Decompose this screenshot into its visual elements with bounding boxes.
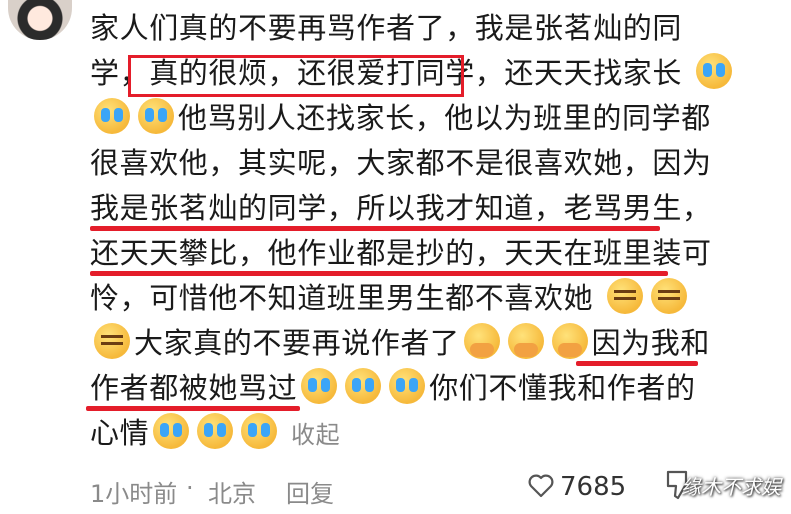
avatar[interactable] [8,0,72,40]
comment-line-2: 学，真的很烦，还很爱打同学，还天天找家长 [90,51,732,97]
collapse-button[interactable]: 收起 [291,421,340,449]
cry-emoji-icon [153,413,190,449]
comment-line-6: 还天天攀比，他作业都是抄的，天天在班里装可 [90,231,730,276]
cry-emoji-icon [695,53,732,89]
cry-emoji-icon [197,413,234,449]
cry-emoji-icon [301,368,338,404]
comment-text: 家人们真的不要再骂作者了，我是张茗灿的同 学，真的很烦，还很爱打同学，还天天找家… [86,6,732,456]
cry-emoji-icon [241,413,278,449]
cover-mouth-emoji-icon [507,323,544,359]
highlight-box [128,55,464,97]
timestamp: 1小时前 [90,480,178,508]
cry-emoji-icon [345,368,382,404]
heart-icon[interactable] [528,474,554,498]
reply-button[interactable]: 回复 [286,474,334,509]
cry-emoji-icon [94,98,130,134]
comment-line-8: 大家真的不要再说作者了 因为我和 [90,321,730,366]
like-count: 7685 [560,472,627,502]
comment-line-5: 我是张茗灿的同学，所以我才知道，老骂男生， [90,186,730,231]
scorn-emoji-icon [607,278,644,314]
watermark: 缘木不求娱 [681,475,781,499]
cover-mouth-emoji-icon [463,323,500,359]
comment-line-10: 心情 收起 [90,411,730,456]
scorn-emoji-icon [651,278,688,314]
comment-line-7: 怜，可惜他不知道班里男生都不喜欢她 [90,276,730,321]
scorn-emoji-icon [94,323,130,359]
separator: · [186,474,194,502]
comment-line-9: 作者都被她骂过 你们不懂我和作者的 [86,366,730,411]
cover-mouth-emoji-icon [551,323,588,359]
cry-emoji-icon [138,98,174,134]
comment-line-1: 家人们真的不要再骂作者了，我是张茗灿的同 [90,11,683,45]
cry-emoji-icon [389,368,426,404]
comment-line-3: 他骂别人还找家长，他以为班里的同学都 [90,96,730,141]
location: 北京 [208,480,256,508]
comment-line-4: 很喜欢他，其实呢，大家都不是很喜欢她，因为 [90,146,712,180]
